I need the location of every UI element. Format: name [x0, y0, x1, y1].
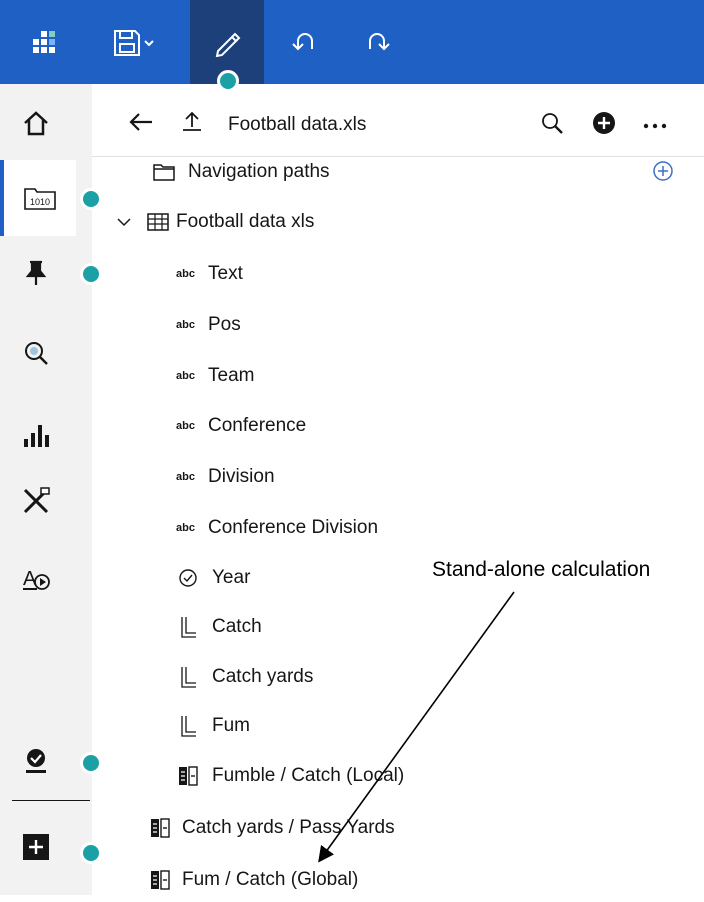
text-type-icon: abc	[176, 319, 195, 331]
tree-item-label: Text	[208, 263, 243, 284]
panel-header: Football data.xls	[92, 84, 704, 157]
pencil-icon	[215, 32, 241, 57]
upload-icon[interactable]	[180, 110, 204, 139]
calculation-icon	[172, 766, 204, 786]
tree-item-team[interactable]: abc Team	[176, 354, 254, 398]
tree-item-navigation-paths[interactable]: Navigation paths	[148, 150, 330, 194]
tree-item-pos[interactable]: abc Pos	[176, 303, 241, 347]
svg-text:1010: 1010	[30, 197, 50, 207]
tree-item-label: Conference Division	[208, 517, 379, 538]
redo-icon	[369, 33, 390, 51]
user-check-icon[interactable]	[0, 736, 72, 786]
undo-icon	[292, 33, 313, 51]
tree-item-label: Division	[208, 466, 275, 487]
text-type-icon: abc	[176, 522, 195, 534]
tree-item-label: Conference	[208, 415, 307, 436]
text-type-icon: abc	[176, 268, 195, 280]
tree-item-label: Fum / Catch (Global)	[182, 869, 359, 890]
tree-item-year[interactable]: Year	[172, 556, 250, 600]
annotation-label: Stand-alone calculation	[432, 558, 651, 581]
save-button[interactable]	[104, 0, 164, 84]
measure-icon	[172, 615, 204, 639]
tree-item-fum[interactable]: Fum	[172, 704, 250, 748]
tree-item-label: Fumble / Catch (Local)	[212, 765, 405, 786]
tree-item-label: Pos	[208, 314, 241, 335]
measure-icon	[172, 714, 204, 738]
tools-icon[interactable]	[0, 476, 72, 526]
tree-item-label: Year	[212, 567, 251, 588]
tree-item-label: Catch	[212, 616, 262, 637]
folder-icon	[148, 163, 180, 181]
table-icon	[142, 213, 174, 231]
tree-item-conference-division[interactable]: abc Conference Division	[176, 506, 378, 550]
text-type-icon: abc	[176, 370, 195, 382]
save-icon	[114, 30, 154, 56]
dashboard-grid-icon[interactable]	[0, 0, 92, 84]
tree-item-text[interactable]: abc Text	[176, 252, 243, 296]
explore-icon[interactable]	[0, 328, 72, 378]
tree-item-football-data-xls[interactable]: Football data xls	[116, 200, 314, 244]
tree-item-catch-yards-pass-yards[interactable]: Catch yards / Pass Yards	[144, 806, 395, 850]
nav-divider	[12, 800, 90, 801]
tree-item-division[interactable]: abc Division	[176, 455, 275, 499]
tree-item-conference[interactable]: abc Conference	[176, 404, 306, 448]
text-type-icon: abc	[176, 420, 195, 432]
tree-item-catch[interactable]: Catch	[172, 605, 262, 649]
tree-item-label: Team	[208, 365, 255, 386]
add-circle-icon[interactable]	[592, 111, 616, 140]
data-tree-panel: Football data.xls Navigation paths Footb…	[92, 84, 704, 895]
left-navigation: 1010 A	[0, 84, 92, 895]
top-toolbar	[0, 0, 704, 84]
tree-item-label: Navigation paths	[188, 161, 330, 182]
pin-icon[interactable]	[0, 248, 72, 298]
add-navigation-path-icon[interactable]	[652, 160, 674, 187]
text-media-icon[interactable]: A	[0, 554, 72, 604]
tree-item-label: Catch yards	[212, 666, 314, 687]
text-type-icon: abc	[176, 471, 195, 483]
undo-button[interactable]	[276, 0, 332, 84]
search-icon[interactable]	[540, 111, 564, 140]
tree-item-label: Football data xls	[176, 211, 315, 232]
tree-item-catch-yards[interactable]: Catch yards	[172, 655, 313, 699]
visualizations-icon[interactable]	[0, 410, 72, 460]
measure-icon	[172, 665, 204, 689]
overflow-menu-icon[interactable]	[642, 117, 668, 135]
redo-button[interactable]	[350, 0, 406, 84]
tree-item-fum-catch-global[interactable]: Fum / Catch (Global)	[144, 858, 358, 902]
page-title: Football data.xls	[228, 114, 367, 135]
clock-icon	[172, 568, 204, 588]
calculation-icon	[144, 818, 176, 838]
chevron-down-icon[interactable]	[116, 216, 142, 228]
tree-item-fumble-catch-local[interactable]: Fumble / Catch (Local)	[172, 754, 404, 798]
data-source-icon[interactable]: 1010	[0, 160, 76, 236]
calculation-icon	[144, 870, 176, 890]
add-icon[interactable]	[0, 822, 72, 872]
tree-item-label: Catch yards / Pass Yards	[182, 817, 395, 838]
home-icon[interactable]	[0, 98, 72, 148]
arrow-left-icon[interactable]	[128, 111, 154, 138]
tree-item-label: Fum	[212, 715, 250, 736]
